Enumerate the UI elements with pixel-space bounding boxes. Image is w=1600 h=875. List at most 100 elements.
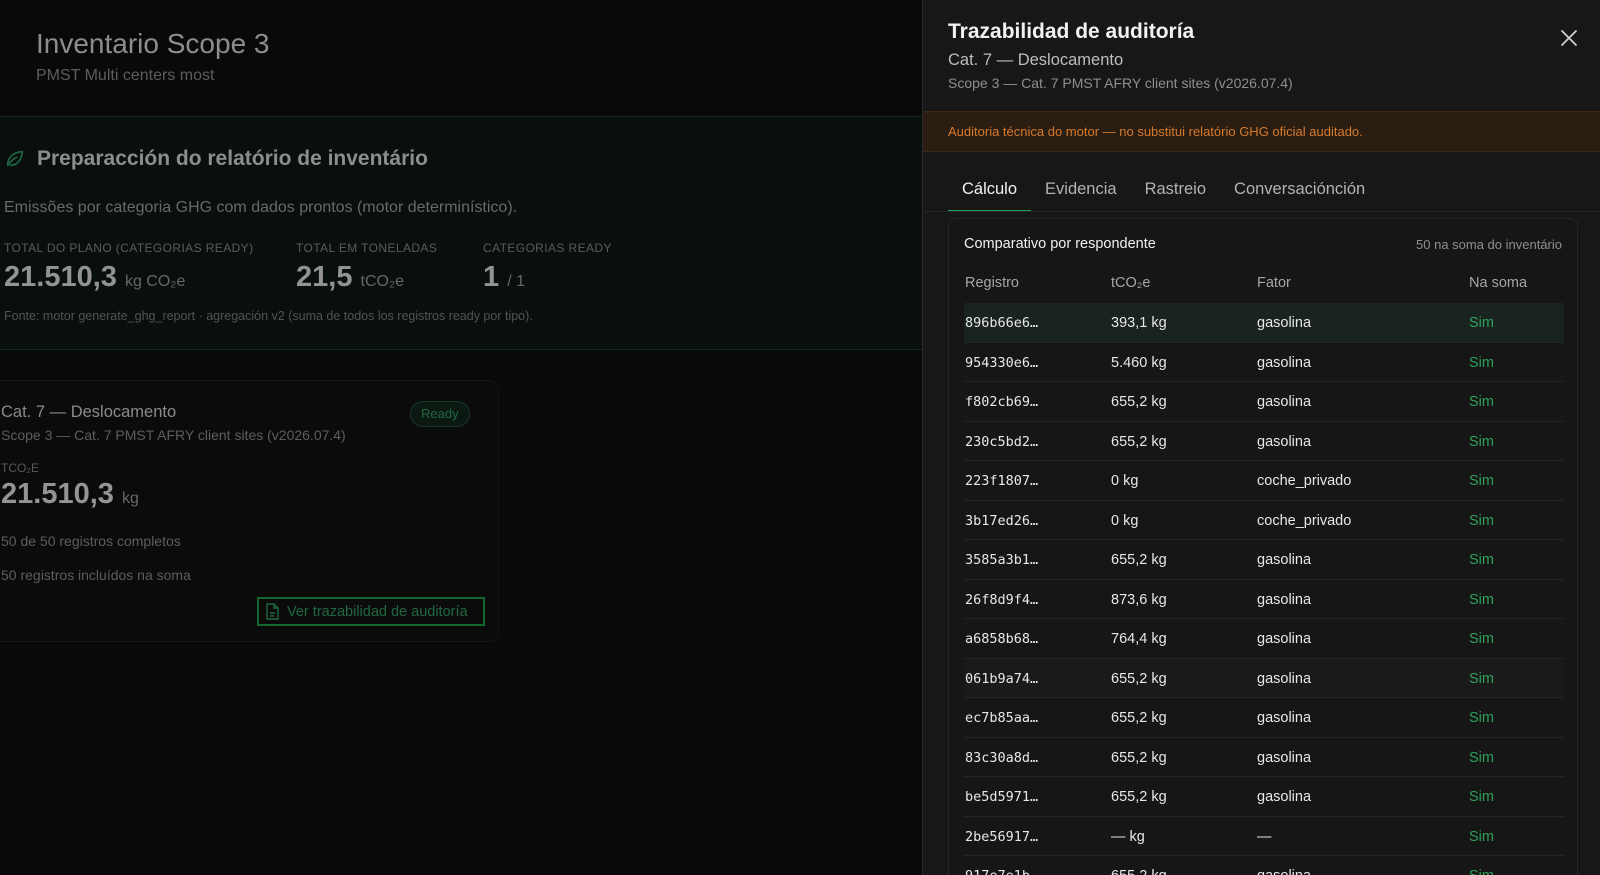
page-subtitle: PMST Multi centers most bbox=[36, 67, 215, 84]
metric-value: 21,5 tCO₂e bbox=[296, 261, 405, 293]
records-included-text: 50 registros incluídos na soma bbox=[1, 567, 191, 583]
column-header-registro: Registro bbox=[965, 275, 1019, 291]
table-row[interactable]: a6858b68… 764,4 kg gasolina Sim bbox=[964, 619, 1564, 659]
na-soma-cell: Sim bbox=[1469, 828, 1494, 845]
view-audit-trail-button[interactable]: Ver trazabilidad de auditoría bbox=[257, 597, 485, 626]
table-row[interactable]: 223f1807… 0 kg coche_privado Sim bbox=[964, 461, 1564, 501]
tco2e-cell: 655,2 kg bbox=[1111, 670, 1167, 687]
fator-cell: gasolina bbox=[1257, 789, 1312, 805]
tab-rastreio[interactable]: Rastreio bbox=[1131, 170, 1220, 212]
fator-cell: coche_privado bbox=[1257, 512, 1352, 529]
leaf-icon bbox=[6, 150, 24, 167]
registro-cell: f802cb69… bbox=[965, 394, 1039, 410]
table-body: 896b66e6… 393,1 kg gasolina Sim 954330e6… 5.4… bbox=[964, 303, 1564, 875]
metric-total-tonnes: TOTAL EM TONELADAS 21,5 tCO₂e bbox=[296, 241, 437, 294]
tco2e-cell: 655,2 kg bbox=[1111, 749, 1167, 766]
na-soma-cell: Sim bbox=[1469, 354, 1494, 371]
na-soma-cell: Sim bbox=[1469, 552, 1494, 568]
respondent-comparison-card: Comparativo por respondente 50 na soma d… bbox=[948, 218, 1578, 875]
table-row[interactable]: f802cb69… 655,2 kg gasolina Sim bbox=[964, 382, 1564, 422]
metric-value: 21.510,3 kg CO₂e bbox=[4, 261, 186, 293]
na-soma-cell: Sim bbox=[1469, 789, 1494, 805]
tco2e-cell: 655,2 kg bbox=[1111, 710, 1167, 726]
table-row[interactable]: 061b9a74… 655,2 kg gasolina Sim bbox=[964, 658, 1564, 698]
category-subtitle: Scope 3 — Cat. 7 PMST AFRY client sites … bbox=[1, 427, 346, 443]
tabs-divider bbox=[923, 211, 1600, 212]
metric-label: CATEGORIAS READY bbox=[483, 241, 612, 255]
tco2e-cell: 655,2 kg bbox=[1111, 789, 1167, 805]
table-row[interactable]: 3585a3b1… 655,2 kg gasolina Sim bbox=[964, 540, 1564, 580]
na-soma-cell: Sim bbox=[1469, 710, 1494, 726]
warning-banner: Auditoria técnica do motor — no substitu… bbox=[923, 111, 1600, 152]
close-button[interactable] bbox=[1555, 24, 1583, 52]
tco2e-cell: 655,2 kg bbox=[1111, 868, 1167, 875]
close-icon bbox=[1561, 30, 1577, 46]
document-icon bbox=[266, 603, 279, 620]
fator-cell: gasolina bbox=[1257, 631, 1312, 647]
drawer-tabs: Cálculo Evidencia Rastreio Conversaciónc… bbox=[948, 170, 1578, 212]
table-row[interactable]: 896b66e6… 393,1 kg gasolina Sim bbox=[964, 303, 1564, 343]
fator-cell: coche_privado bbox=[1257, 473, 1352, 489]
audit-trail-drawer: Trazabilidad de auditoría Cat. 7 — Deslo… bbox=[922, 0, 1600, 875]
table-row[interactable]: 3b17ed26… 0 kg coche_privado Sim bbox=[964, 501, 1564, 540]
fator-cell: gasolina bbox=[1257, 354, 1312, 371]
report-source-note: Fonte: motor generate_ghg_report · agreg… bbox=[4, 309, 533, 323]
registro-cell: 230c5bd2… bbox=[965, 433, 1039, 450]
registro-cell: 3b17ed26… bbox=[965, 512, 1039, 529]
metric-categories-ready: CATEGORIAS READY 1 / 1 bbox=[483, 241, 612, 294]
fator-cell: gasolina bbox=[1257, 670, 1312, 687]
drawer-subtitle-detail: Scope 3 — Cat. 7 PMST AFRY client sites … bbox=[948, 75, 1293, 91]
table-header: Registro tCO₂e Fator Na soma bbox=[964, 275, 1564, 305]
table-row[interactable]: 954330e6… 5.460 kg gasolina Sim bbox=[964, 343, 1564, 382]
report-title: Preparacción do relatório de inventário bbox=[37, 147, 428, 170]
card-note: 50 na soma do inventário bbox=[1416, 237, 1562, 252]
registro-cell: 26f8d9f4… bbox=[965, 591, 1039, 608]
tco2e-cell: — kg bbox=[1111, 828, 1145, 845]
fator-cell: — bbox=[1257, 828, 1272, 845]
na-soma-cell: Sim bbox=[1469, 749, 1494, 766]
na-soma-cell: Sim bbox=[1469, 394, 1494, 410]
na-soma-cell: Sim bbox=[1469, 868, 1494, 875]
tco2e-cell: 5.460 kg bbox=[1111, 354, 1167, 371]
records-complete-text: 50 de 50 registros completos bbox=[1, 533, 181, 549]
table-row[interactable]: 26f8d9f4… 873,6 kg gasolina Sim bbox=[964, 580, 1564, 619]
tab-evidencia[interactable]: Evidencia bbox=[1031, 170, 1131, 212]
category-title: Cat. 7 — Deslocamento bbox=[1, 403, 177, 421]
card-title: Comparativo por respondente bbox=[964, 236, 1156, 252]
tco2e-cell: 764,4 kg bbox=[1111, 631, 1167, 647]
registro-cell: 2be56917… bbox=[965, 828, 1039, 845]
tco2e-cell: 0 kg bbox=[1111, 473, 1139, 489]
audit-link-label: Ver trazabilidad de auditoría bbox=[287, 603, 468, 620]
na-soma-cell: Sim bbox=[1469, 591, 1494, 608]
drawer-title: Trazabilidad de auditoría bbox=[948, 20, 1195, 43]
fator-cell: gasolina bbox=[1257, 315, 1312, 331]
tco2e-cell: 655,2 kg bbox=[1111, 433, 1167, 450]
table-row[interactable]: 230c5bd2… 655,2 kg gasolina Sim bbox=[964, 422, 1564, 461]
fator-cell: gasolina bbox=[1257, 710, 1312, 726]
table-row[interactable]: 83c30a8d… 655,2 kg gasolina Sim bbox=[964, 738, 1564, 777]
table-row[interactable]: be5d5971… 655,2 kg gasolina Sim bbox=[964, 777, 1564, 817]
na-soma-cell: Sim bbox=[1469, 315, 1494, 331]
registro-cell: be5d5971… bbox=[965, 789, 1039, 805]
page-title: Inventario Scope 3 bbox=[36, 28, 270, 59]
fator-cell: gasolina bbox=[1257, 591, 1312, 608]
drawer-subtitle: Cat. 7 — Deslocamento bbox=[948, 51, 1124, 69]
tco2e-cell: 0 kg bbox=[1111, 512, 1139, 529]
tab-conversacion[interactable]: Conversaciónción bbox=[1220, 170, 1379, 212]
na-soma-cell: Sim bbox=[1469, 473, 1494, 489]
tab-calculo[interactable]: Cálculo bbox=[948, 170, 1032, 212]
chevron-left-icon[interactable]: ‹ bbox=[0, 40, 1, 71]
metric-label: TOTAL DO PLANO (CATEGORIAS READY) bbox=[4, 241, 254, 255]
category-card: Cat. 7 — Deslocamento Scope 3 — Cat. 7 P… bbox=[0, 380, 499, 642]
table-row[interactable]: ec7b85aa… 655,2 kg gasolina Sim bbox=[964, 698, 1564, 738]
registro-cell: ec7b85aa… bbox=[965, 710, 1039, 726]
category-metric-label: TCO₂E bbox=[1, 461, 39, 475]
tco2e-cell: 393,1 kg bbox=[1111, 315, 1167, 331]
table-row[interactable]: 917e7e1b… 655,2 kg gasolina Sim bbox=[964, 856, 1564, 875]
na-soma-cell: Sim bbox=[1469, 670, 1494, 687]
inventory-page: ‹ Inventario Scope 3 PMST Multi centers … bbox=[0, 0, 922, 875]
table-row[interactable]: 2be56917… — kg — Sim bbox=[964, 817, 1564, 856]
column-header-fator: Fator bbox=[1257, 275, 1291, 291]
registro-cell: a6858b68… bbox=[965, 631, 1039, 647]
na-soma-cell: Sim bbox=[1469, 433, 1494, 450]
